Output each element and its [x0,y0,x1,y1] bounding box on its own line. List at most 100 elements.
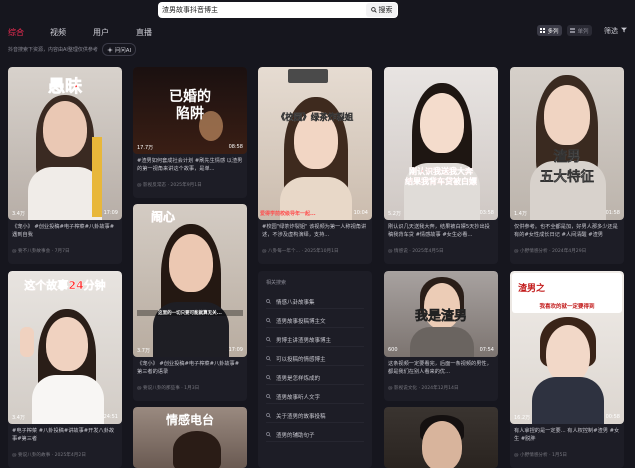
video-card[interactable]: 情感电台 [133,407,247,468]
video-thumbnail: 情感电台 [133,407,247,468]
video-author-date: @ 八卦每一年个... · 2025年10月1日 [262,249,339,254]
video-description: #电子榨菜 #八卦投稿#讲故事#开发八卦故事#第三者 [12,428,115,442]
search-icon [266,318,271,323]
filter-button[interactable]: 筛选 [604,26,628,36]
thumbnail-caption: 这里的一切只要可能就算无关... [137,310,243,316]
tab-live[interactable]: 直播 [136,27,152,38]
video-duration: 17:09 [103,210,118,216]
video-thumbnail: 已婚的 陷阱 17.7万 08:58 [133,67,247,154]
related-search-item[interactable]: 情感八卦故事集 [266,295,364,309]
video-description: 仅供参考。也不全都是加，好男人那多少还是有的#女性成长日记 #人间清醒 #渣男 [514,224,618,238]
video-thumbnail: 闹心 这里的一切只要可能就算无关... 3.7万 17:09 [133,204,247,357]
thumbnail-overlay-text: 已婚的 陷阱 [169,89,211,122]
video-duration: 24:51 [103,414,118,420]
video-description: 有人拿捏的是一定要... 有人权控制#渣男 #女生 #脱胖 [514,428,620,442]
search-icon [266,432,271,437]
search-icon [266,337,271,342]
ai-hint: 抖音搜索下资源，内容由AI整理仅供参考 [8,47,98,53]
video-duration: 03:58 [479,210,494,216]
related-search-item[interactable]: 关于渣男的故事投稿 [266,409,364,423]
related-searches-title: 相关搜索 [266,280,287,286]
video-description: 《宠小》 #创业投稿#电子榨菜#八卦故事#第三者的语录 [137,361,240,375]
search-icon [266,356,271,361]
video-author-date: @ 要说八卦的那些事 · 1月3日 [137,386,200,391]
related-search-label: 渣男故事听人文字 [276,394,321,401]
thumbnail-overlay-text: 渣男 五大特征 [540,149,594,185]
tab-all[interactable]: 综合 [8,27,24,38]
tab-user[interactable]: 用户 [93,27,109,38]
video-duration: 07:54 [479,347,494,353]
thumbnail-overlay-text: 情感电台 [165,413,214,427]
related-search-label: 渣男的辅助句子 [276,432,315,439]
video-thumbnail [384,407,498,468]
list-view-label: 单列 [577,28,589,35]
related-search-label: 渣男是怎样炼成的 [276,375,321,382]
search-icon [266,375,271,380]
video-thumbnail: 愚昧 3.4万 17:09 [8,67,122,220]
video-author-date: @ 小野情感分析 · 1月5日 [514,453,568,458]
like-count: 16.2万 [514,415,531,421]
related-search-item[interactable]: 可以投稿的情感博主 [266,352,364,366]
related-search-item[interactable]: 渣男是怎样炼成的 [266,371,364,385]
video-card[interactable]: 渣男之 我喜欢的就一定要得到 16.2万 00:58 有人拿捏的是一定要... … [510,271,624,468]
search-icon [266,413,271,418]
search-icon [266,394,271,399]
search-box[interactable]: 搜索 [158,2,398,18]
video-thumbnail: 这个故事24分钟 3.4万 24:51 [8,271,122,424]
related-search-item[interactable]: 渣男的辅助句子 [266,428,364,442]
video-author-date: @ 影视说文化 · 2024年12月14日 [388,386,459,391]
video-author-date: @ 情感说 · 2025年4月5日 [388,249,444,254]
ai-sparkle-icon [106,46,113,53]
like-count: 600 [388,347,398,353]
like-count: 3.4万 [12,211,25,217]
thumbnail-caption: 爱得学前校级导年一起... [260,211,316,217]
thumbnail-overlay-text: 闹心 [150,210,176,225]
video-thumbnail: 渣男之 我喜欢的就一定要得到 16.2万 00:58 [510,271,624,424]
search-input[interactable] [162,5,357,15]
grid-view-toggle[interactable]: 多列 [537,25,562,36]
video-card[interactable] [384,407,498,468]
video-card[interactable]: 已婚的 陷阱 17.7万 08:58 #渣男如何套成社会计划 #刷先生情感 以渣… [133,67,247,198]
video-card[interactable]: 刚认识我送我大奔 结果我背车贷被白嫖 5.2万 03:58 刚认识几天送我大奔，… [384,67,498,264]
related-searches-panel: 相关搜索 情感八卦故事集 渣男故事投稿博主文 男博主讲渣男故事博主 可以投稿的情… [258,271,372,468]
related-search-label: 情感八卦故事集 [276,299,315,306]
like-count: 5.2万 [388,211,401,217]
like-count: 3.4万 [12,415,25,421]
related-search-item[interactable]: 男博主讲渣男故事博主 [266,333,364,347]
video-thumbnail: 刚认识我送我大奔 结果我背车贷被白嫖 5.2万 03:58 [384,67,498,220]
video-card[interactable]: 这个故事24分钟 3.4万 24:51 #电子榨菜 #八卦投稿#讲故事#开发八卦… [8,271,122,468]
tab-video[interactable]: 视频 [50,27,66,38]
video-duration: 00:58 [605,414,620,420]
search-icon [370,7,377,13]
related-search-label: 可以投稿的情感博主 [276,356,326,363]
related-search-item[interactable]: 渣男故事听人文字 [266,390,364,404]
video-card[interactable]: 愚昧 3.4万 17:09 《宠小》 #创业投稿#电子榨菜#八卦故事#遇到自我 … [8,67,122,264]
video-duration: 10:04 [353,210,368,216]
related-search-label: 关于渣男的故事投稿 [276,413,326,420]
video-card[interactable]: 闹心 这里的一切只要可能就算无关... 3.7万 17:09 《宠小》 #创业投… [133,204,247,401]
related-search-label: 男博主讲渣男故事博主 [276,337,332,344]
thumbnail-overlay-text: 我是渣男 [414,309,468,325]
like-count: 1.4万 [514,211,527,217]
thumbnail-overlay-text: 愚昧 [48,77,83,98]
like-count: 3.7万 [137,348,150,354]
video-description: #渣男如何套成社会计划 #刷先生情感 以渣男的第一视角来讲这个故事，是单... [137,158,243,172]
video-duration: 01:58 [605,210,620,216]
ask-ai-label: 问问AI [114,47,132,54]
video-thumbnail: 渣男 五大特征 1.4万 01:58 [510,67,624,220]
video-card[interactable]: 《校园》绿茶炸裂姐 爱得学前校级导年一起... 10:04 #校园"绿茶炸裂姐"… [258,67,372,264]
video-description: 《宠小》 #创业投稿#电子榨菜#八卦故事#遇到自我 [12,224,115,238]
search-button-label: 搜索 [378,6,393,14]
list-view-toggle[interactable]: 单列 [567,25,592,36]
video-author-date: @ 小野情感分析 · 2024年4月29日 [514,249,587,254]
search-button[interactable]: 搜索 [366,3,397,17]
grid-view-label: 多列 [547,28,559,35]
like-count: 17.7万 [137,145,154,151]
video-card[interactable]: 渣男 五大特征 1.4万 01:58 仅供参考。也不全都是加，好男人那多少还是有… [510,67,624,264]
video-author-date: @ 要不八卦故事会 · 7月7日 [12,249,70,254]
related-search-item[interactable]: 渣男故事投稿博主文 [266,314,364,328]
filter-label: 筛选 [604,27,618,35]
ask-ai-button[interactable]: 问问AI [102,43,136,56]
video-description: 这条视频一定要看完，后面一条视频的男性，都是我们在别人看来的优... [388,361,492,375]
video-card[interactable]: 我是渣男 600 07:54 这条视频一定要看完，后面一条视频的男性，都是我们在… [384,271,498,401]
